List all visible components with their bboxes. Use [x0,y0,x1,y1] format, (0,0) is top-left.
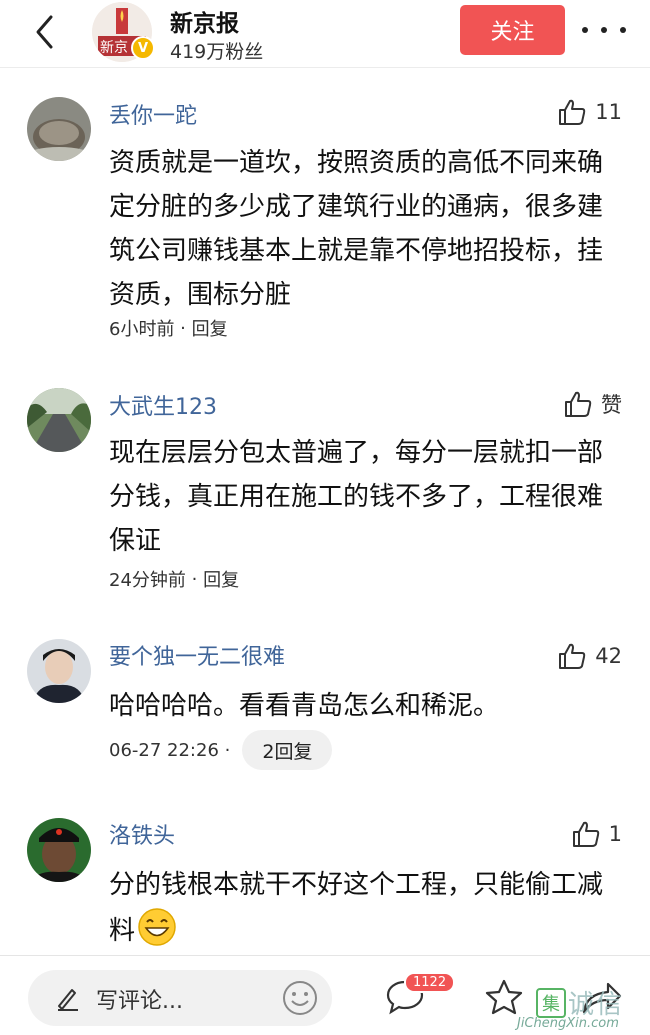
verified-badge: V [131,36,155,60]
like-label: 赞 [601,393,622,417]
grin-emoji-icon [138,908,176,946]
comment-username[interactable]: 丢你一跎 [109,98,197,130]
comment-text: 资质就是一道坎，按照资质的高低不同来确定分脏的多少成了建筑行业的通病，很多建筑公… [109,148,604,310]
thumbs-up-icon [559,643,586,669]
comment-text: 哈哈哈哈。看看青岛怎么和稀泥。 [109,691,500,721]
follow-label: 关注 [490,20,535,45]
meta-separator: · [218,739,231,761]
user-avatar[interactable] [27,388,91,452]
user-avatar[interactable] [27,818,91,882]
comment-time: 6小时前 [109,319,175,340]
like-button[interactable]: 11 [557,97,622,127]
comment-time: 24分钟前 [109,570,186,591]
like-count: 1 [608,822,622,846]
dot-icon [601,27,607,33]
emoji-icon[interactable] [282,980,318,1016]
dot-icon [582,27,588,33]
comment-text: 现在层层分包太普遍了，每分一层就扣一部分钱，真正用在施工的钱不多了，工程很难保证 [109,438,604,556]
road-avatar-icon [27,388,91,452]
account-name[interactable]: 新京报 [170,4,239,38]
comment-username[interactable]: 大武生123 [109,389,217,421]
star-icon[interactable] [484,978,524,1016]
logo-text: 新京 [100,40,128,56]
comment-count-badge: 1122 [404,972,456,993]
reply-link[interactable]: 回复 [203,566,239,592]
like-button[interactable]: 1 [571,819,622,849]
dot-icon [620,27,626,33]
reply-link[interactable]: 回复 [192,315,228,341]
back-button[interactable] [22,10,66,54]
meta-separator: · [185,568,204,590]
user-avatar[interactable] [27,639,91,703]
thumbs-up-icon [572,821,599,847]
fans-count: 419万粉丝 [170,41,264,63]
person-cap-avatar-icon [27,818,91,882]
top-bar: 新京 V 新京报 419万粉丝 关注 [0,0,650,68]
comment-text: 分的钱根本就干不好这个工程，只能偷工减料 [109,863,609,953]
replies-button[interactable]: 2回复 [242,730,333,770]
bottom-bar: 写评论... 1122 集 诚信 JiChengXin.com [0,955,650,1035]
watermark-box: 集 [536,987,566,1018]
like-button[interactable]: 42 [557,641,622,671]
person-avatar-icon [27,639,91,703]
like-count: 11 [595,100,622,124]
like-button[interactable]: 赞 [563,389,622,419]
pen-icon [58,989,78,1011]
watermark-url: JiChengXin.com [517,1016,619,1031]
user-avatar[interactable] [27,97,91,161]
thumbs-up-icon [559,99,586,125]
comment-meta: 06-27 22:26 · 2回复 [109,730,333,770]
hedgehog-avatar-icon [27,97,91,161]
comment-text-body: 分的钱根本就干不好这个工程，只能偷工减料 [109,870,604,946]
back-arrow-icon [36,15,53,49]
comment-username[interactable]: 要个独一无二很难 [109,639,285,671]
meta-separator: · [174,317,192,339]
like-count: 42 [595,644,622,668]
comment-username[interactable]: 洛铁头 [109,818,175,850]
comment-input-placeholder: 写评论... [96,989,183,1014]
thumbs-up-icon [565,391,592,417]
verified-mark: V [137,40,149,56]
comment-meta: 6小时前 · 回复 [109,315,228,341]
follow-button[interactable]: 关注 [460,5,565,55]
comment-input[interactable]: 写评论... [28,970,332,1026]
more-button[interactable] [582,18,626,42]
comment-time: 06-27 22:26 [109,739,219,761]
comment-meta: 24分钟前 · 回复 [109,566,239,592]
